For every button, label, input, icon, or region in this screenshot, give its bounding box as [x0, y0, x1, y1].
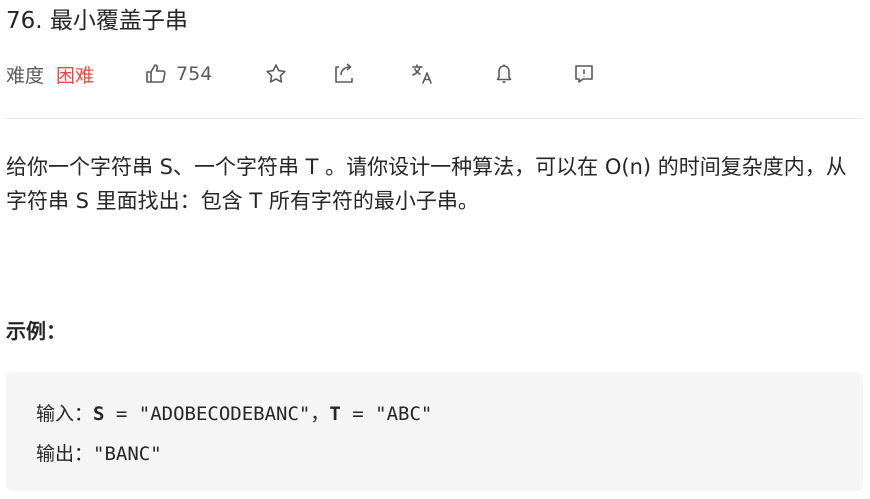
problem-title: 76. 最小覆盖子串 [6, 8, 188, 34]
feedback-icon [572, 62, 596, 86]
feedback-button[interactable] [572, 62, 596, 86]
example-output-line: 输出："BANC" [36, 434, 863, 474]
like-count: 754 [176, 63, 213, 85]
translate-icon [410, 62, 434, 86]
output-label: 输出： [36, 443, 94, 465]
s-variable: S [93, 403, 105, 425]
example-code-block: 输入：S = "ADOBECODEBANC"，T = "ABC" 输出："BAN… [6, 372, 863, 491]
section-divider [6, 118, 863, 119]
t-value: = "ABC" [340, 403, 433, 425]
share-icon [332, 62, 356, 86]
subscribe-button[interactable] [492, 62, 516, 86]
translate-button[interactable] [410, 62, 434, 86]
output-value: "BANC" [93, 443, 162, 465]
share-button[interactable] [332, 62, 356, 86]
example-input-line: 输入：S = "ADOBECODEBANC"，T = "ABC" [36, 394, 863, 434]
input-separator: ， [310, 403, 330, 425]
bell-icon [492, 62, 516, 86]
s-value: = "ADOBECODEBANC" [104, 403, 311, 425]
problem-description: 给你一个字符串 S、一个字符串 T 。请你设计一种算法，可以在 O(n) 的时间… [6, 155, 847, 213]
difficulty-badge: 困难 [56, 64, 95, 87]
t-variable: T [329, 403, 341, 425]
difficulty-label: 难度 [6, 64, 45, 87]
problem-meta-bar: 难度 困难 754 [6, 58, 596, 90]
like-button[interactable]: 754 [144, 62, 212, 86]
example-heading: 示例： [6, 319, 66, 343]
favorite-button[interactable] [264, 62, 288, 86]
input-label: 输入： [36, 403, 94, 425]
star-icon [264, 62, 288, 86]
thumbs-up-icon [144, 62, 168, 86]
